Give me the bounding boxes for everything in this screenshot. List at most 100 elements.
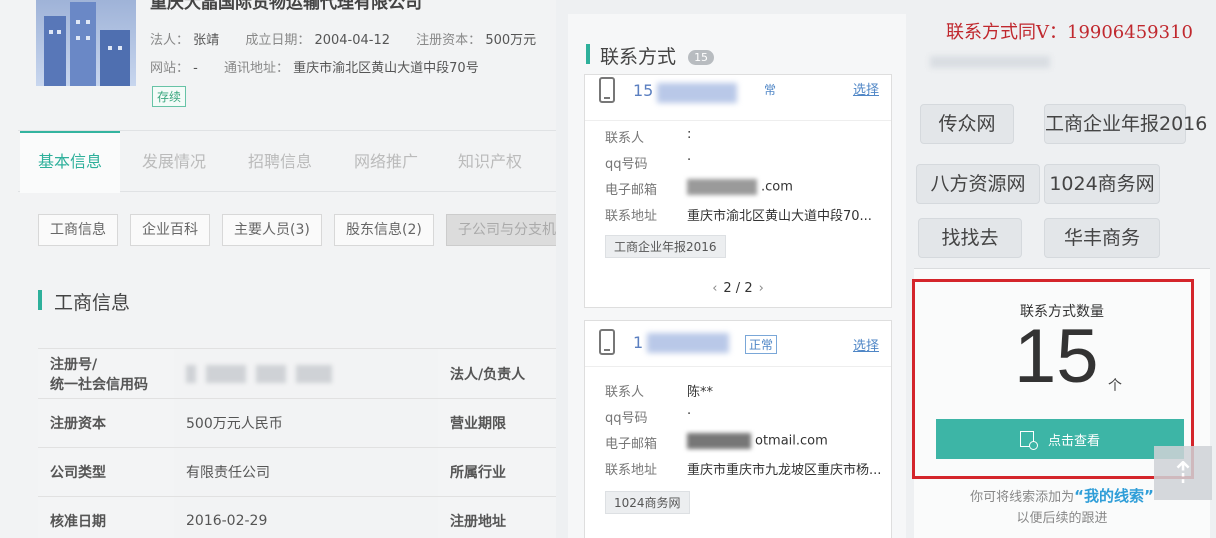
reg-number-label-line2: 统一社会信用码	[50, 376, 148, 393]
email-value: .com	[687, 179, 793, 195]
my-leads-link[interactable]: “我的线索”	[1074, 487, 1154, 505]
table-row: 公司类型 有限责任公司 所属行业	[38, 448, 556, 497]
shareholders-button[interactable]: 股东信息(2)	[334, 214, 434, 246]
industry-label: 所属行业	[438, 448, 556, 496]
founded-label: 成立日期：	[245, 33, 311, 48]
legal-person-value: 张靖	[193, 33, 220, 48]
qq-row: qq号码 ·	[605, 153, 691, 172]
company-info-row-2: 网站： - 通讯地址： 重庆市渝北区黄山大道中段70号	[150, 57, 501, 76]
phone-number: 15	[633, 81, 654, 100]
website-value[interactable]: -	[193, 61, 198, 76]
qq-label: qq号码	[605, 157, 648, 172]
registered-capital-label: 注册资本	[38, 399, 174, 447]
section-title: 工商信息	[38, 288, 130, 315]
source-tag: 1024商务网	[605, 491, 690, 514]
contact-panel-title-text: 联系方式	[600, 46, 677, 68]
select-link[interactable]: 选择	[853, 335, 879, 354]
address-value: 重庆市重庆市九龙坡区重庆市杨...	[687, 463, 882, 478]
phone-number: 1	[633, 333, 644, 352]
detail-tabs: 基本信息 发展情况 招聘信息 网络推广 知识产权	[18, 130, 556, 193]
source-keyword[interactable]: 找找去	[918, 218, 1022, 258]
subsidiaries-button[interactable]: 子公司与分支机	[446, 214, 556, 246]
qq-row: qq号码 ·	[605, 407, 691, 426]
company-type-value: 有限责任公司	[186, 465, 270, 481]
select-link[interactable]: 选择	[853, 79, 879, 98]
approval-date-label: 核准日期	[38, 497, 174, 538]
reg-number-label: 注册号/ 统一社会信用码	[38, 349, 174, 398]
address-row: 联系地址 重庆市重庆市九龙坡区重庆市杨...	[605, 459, 881, 478]
prev-page-icon[interactable]: ‹	[706, 281, 723, 296]
legal-person-label: 法人：	[150, 33, 190, 48]
address-label: 通讯地址：	[224, 61, 290, 76]
capital-value: 500万元	[485, 33, 537, 48]
registered-address-label: 注册地址	[438, 497, 556, 538]
tab-basic-info[interactable]: 基本信息	[20, 131, 121, 193]
phone-status-tag: 正常	[745, 335, 778, 354]
business-info-button[interactable]: 工商信息	[38, 214, 118, 246]
phone-number-blur	[647, 333, 729, 353]
address-label: 联系地址	[605, 463, 658, 478]
tab-online-promotion[interactable]: 网络推广	[354, 131, 418, 193]
qq-value: ·	[687, 407, 692, 422]
tab-recruitment[interactable]: 招聘信息	[248, 131, 312, 193]
back-to-top-icon[interactable]: ⇡	[1154, 446, 1212, 500]
contact-person-label: 联系人	[605, 385, 645, 400]
business-term-label: 营业期限	[438, 399, 556, 447]
table-row: 注册资本 500万元人民币 营业期限	[38, 399, 556, 448]
qq-label: qq号码	[605, 411, 648, 426]
next-page-icon[interactable]: ›	[753, 281, 770, 296]
contact-person-value: :	[687, 127, 692, 142]
faded-heading	[930, 56, 1050, 68]
founded-value: 2004-04-12	[314, 33, 391, 48]
address-value: 重庆市渝北区黄山大道中段70...	[687, 209, 872, 224]
email-label: 电子邮箱	[605, 183, 658, 198]
qq-value: ·	[687, 153, 692, 168]
email-row: 电子邮箱 otmail.com	[605, 433, 828, 452]
tab-intellectual-property[interactable]: 知识产权	[458, 131, 522, 193]
email-label: 电子邮箱	[605, 437, 658, 452]
company-logo	[36, 0, 136, 86]
company-name: 重庆大晶国际货物运输代理有限公司	[150, 0, 422, 13]
source-keyword[interactable]: 八方资源网	[916, 164, 1040, 204]
business-info-table: 注册号/ 统一社会信用码 法人/负责人 注册资本 500万元人民币 营业期限 公…	[38, 348, 556, 538]
lead-note-text: 你可将线索添加为	[970, 490, 1075, 505]
tab-development[interactable]: 发展情况	[142, 131, 206, 193]
phone-number-blur	[657, 83, 737, 103]
contact-card: 1 正常 选择 联系人 陈** qq号码 · 电子邮箱 otmail.com 联…	[584, 320, 892, 538]
company-detail-page: 重庆大晶国际货物运输代理有限公司 法人： 张靖 成立日期： 2004-04-12…	[0, 0, 556, 538]
source-keyword[interactable]: 工商企业年报2016	[1044, 104, 1207, 144]
source-keyword[interactable]: 华丰商务	[1044, 218, 1160, 258]
phone-icon	[599, 329, 615, 355]
status-badge: 存续	[152, 86, 187, 107]
table-row: 核准日期 2016-02-29 注册地址	[38, 497, 556, 538]
contact-card-header: 1 正常 选择	[585, 321, 891, 367]
legal-rep-label: 法人/负责人	[438, 349, 556, 398]
contact-card: 15 常 选择 联系人 : qq号码 · 电子邮箱 .com 联系地址 重庆市渝…	[584, 74, 892, 308]
company-type-label: 公司类型	[38, 448, 174, 496]
email-value: otmail.com	[687, 433, 828, 449]
contact-person-row: 联系人 :	[605, 127, 691, 146]
contact-panel-title: 联系方式 15	[586, 42, 715, 69]
email-suffix: .com	[761, 179, 793, 195]
source-tag: 工商企业年报2016	[605, 235, 726, 258]
email-suffix: otmail.com	[755, 433, 828, 449]
website-label: 网站：	[150, 61, 190, 76]
company-info-row-1: 法人： 张靖 成立日期： 2004-04-12 注册资本： 500万元	[150, 29, 556, 48]
highlight-box	[912, 279, 1194, 479]
contact-count-badge: 15	[688, 50, 715, 65]
reg-number-label-line1: 注册号/	[50, 356, 98, 373]
contact-card-header: 15 常 选择	[585, 75, 891, 121]
key-personnel-button[interactable]: 主要人员(3)	[222, 214, 322, 246]
table-row: 注册号/ 统一社会信用码 法人/负责人	[38, 349, 556, 399]
capital-label: 注册资本：	[416, 33, 482, 48]
pager: ‹ 2 / 2 ›	[585, 281, 891, 296]
watermark-text: 联系方式同V：19906459310	[946, 22, 1193, 43]
reg-number-value	[174, 349, 438, 398]
address-row: 联系地址 重庆市渝北区黄山大道中段70...	[605, 205, 872, 224]
company-wiki-button[interactable]: 企业百科	[130, 214, 210, 246]
contact-person-label: 联系人	[605, 131, 645, 146]
contact-panel: 联系方式 15 15 常 选择 联系人 : qq号码 · 电子邮箱 .com 联…	[568, 14, 906, 538]
phone-status-tag: 常	[764, 83, 777, 97]
source-keyword[interactable]: 1024商务网	[1044, 164, 1160, 204]
source-keyword[interactable]: 传众网	[920, 104, 1014, 144]
